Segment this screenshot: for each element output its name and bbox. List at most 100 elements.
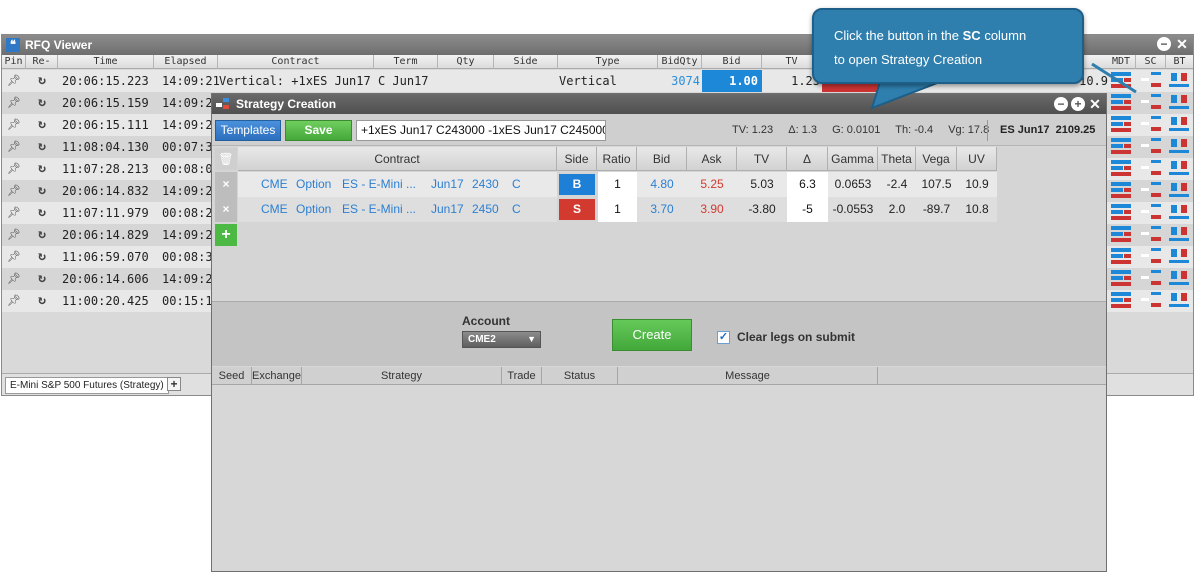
refresh-icon[interactable]: ↻ — [34, 224, 50, 246]
pin-icon[interactable]: 📌︎ — [6, 202, 22, 224]
refresh-icon[interactable]: ↻ — [34, 180, 50, 202]
results-col-message[interactable]: Message — [618, 367, 878, 385]
bt-row-button[interactable] — [1169, 269, 1191, 287]
leg-product[interactable]: ES - E-Mini ... — [342, 172, 416, 197]
leg-row[interactable]: × CME Option ES - E-Mini ... Jun17 2450 … — [212, 197, 997, 222]
mdt-row-button[interactable] — [1111, 71, 1133, 89]
delete-leg-icon[interactable]: × — [215, 197, 237, 222]
sc-row-button[interactable] — [1141, 137, 1163, 155]
sc-row-button[interactable] — [1141, 71, 1163, 89]
mdt-row-button[interactable] — [1111, 159, 1133, 177]
account-select[interactable]: CME2 ▼ — [462, 331, 541, 348]
templates-button[interactable]: Templates — [215, 120, 281, 141]
bt-row-button[interactable] — [1169, 225, 1191, 243]
sc-row-button[interactable] — [1141, 291, 1163, 309]
leg-row[interactable]: × CME Option ES - E-Mini ... Jun17 2430 … — [212, 172, 997, 197]
results-col-strategy[interactable]: Strategy — [302, 367, 502, 385]
trash-icon[interactable]: 🗑︎ — [215, 148, 237, 170]
leg-kind[interactable]: Option — [296, 197, 331, 222]
refresh-icon[interactable]: ↻ — [34, 136, 50, 158]
leg-ratio[interactable]: 1 — [598, 197, 637, 222]
refresh-icon[interactable]: ↻ — [34, 114, 50, 136]
strategy-input[interactable]: +1xES Jun17 C243000 -1xES Jun17 C245000 — [356, 120, 606, 141]
pin-icon[interactable]: 📌︎ — [6, 180, 22, 202]
bid-cell[interactable]: 1.00 — [702, 70, 762, 92]
col-bt[interactable]: BT — [1166, 55, 1193, 69]
bt-row-button[interactable] — [1169, 247, 1191, 265]
leg-exchange[interactable]: CME — [261, 172, 288, 197]
col-elapsed[interactable]: Elapsed — [154, 55, 218, 69]
leg-strike[interactable]: 2430 — [472, 172, 499, 197]
mdt-row-button[interactable] — [1111, 137, 1133, 155]
sc-row-button[interactable] — [1141, 93, 1163, 111]
sc-row-button[interactable] — [1141, 159, 1163, 177]
col-re-rfq[interactable]: Re-RFQ — [26, 55, 58, 69]
mdt-row-button[interactable] — [1111, 225, 1133, 243]
col-bid[interactable]: Bid — [702, 55, 762, 69]
buy-side-button[interactable]: B — [559, 174, 595, 195]
pin-icon[interactable]: 📌︎ — [6, 268, 22, 290]
maximize-icon[interactable]: + — [1071, 97, 1085, 111]
leg-expiry[interactable]: Jun17 — [431, 197, 464, 222]
mdt-row-button[interactable] — [1111, 291, 1133, 309]
col-term[interactable]: Term — [374, 55, 438, 69]
leg-kind[interactable]: Option — [296, 172, 331, 197]
leg-product[interactable]: ES - E-Mini ... — [342, 197, 416, 222]
col-sc[interactable]: SC — [1136, 55, 1166, 69]
col-contract[interactable]: Contract — [218, 55, 374, 69]
col-mdt[interactable]: MDT — [1107, 55, 1136, 69]
clear-legs-checkbox[interactable]: ✓ — [717, 331, 730, 344]
mdt-row-button[interactable] — [1111, 115, 1133, 133]
pin-icon[interactable]: 📌︎ — [6, 114, 22, 136]
pin-icon[interactable]: 📌︎ — [6, 224, 22, 246]
mdt-row-button[interactable] — [1111, 203, 1133, 221]
leg-callput[interactable]: C — [512, 172, 521, 197]
add-leg-button[interactable]: + — [215, 224, 237, 246]
mdt-row-button[interactable] — [1111, 247, 1133, 265]
delete-leg-icon[interactable]: × — [215, 172, 237, 197]
col-side[interactable]: Side — [494, 55, 558, 69]
refresh-icon[interactable]: ↻ — [34, 268, 50, 290]
close-icon[interactable]: ✕ — [1175, 37, 1189, 51]
bt-row-button[interactable] — [1169, 181, 1191, 199]
sc-row-button[interactable] — [1141, 115, 1163, 133]
bt-row-button[interactable] — [1169, 115, 1191, 133]
minimize-icon[interactable]: − — [1054, 97, 1068, 111]
mdt-row-button[interactable] — [1111, 269, 1133, 287]
mdt-row-button[interactable] — [1111, 181, 1133, 199]
close-icon[interactable]: ✕ — [1088, 97, 1102, 111]
save-button[interactable]: Save — [285, 120, 352, 141]
refresh-icon[interactable]: ↻ — [34, 202, 50, 224]
sc-row-button[interactable] — [1141, 269, 1163, 287]
results-col-seed[interactable]: Seed — [212, 367, 252, 385]
results-col-exchange[interactable]: Exchange — [252, 367, 302, 385]
bt-row-button[interactable] — [1169, 71, 1191, 89]
add-tab-button[interactable]: + — [167, 377, 181, 391]
leg-strike[interactable]: 2450 — [472, 197, 499, 222]
col-pin[interactable]: Pin — [2, 55, 26, 69]
leg-expiry[interactable]: Jun17 — [431, 172, 464, 197]
minimize-icon[interactable]: − — [1157, 37, 1171, 51]
results-col-status[interactable]: Status — [542, 367, 618, 385]
refresh-icon[interactable]: ↻ — [34, 290, 50, 312]
bt-row-button[interactable] — [1169, 93, 1191, 111]
col-qty[interactable]: Qty — [438, 55, 494, 69]
bt-row-button[interactable] — [1169, 203, 1191, 221]
refresh-icon[interactable]: ↻ — [34, 70, 50, 92]
col-time[interactable]: Time — [58, 55, 154, 69]
refresh-icon[interactable]: ↻ — [34, 246, 50, 268]
leg-delta[interactable]: 6.3 — [787, 172, 828, 197]
sc-row-button[interactable] — [1141, 247, 1163, 265]
bt-row-button[interactable] — [1169, 137, 1191, 155]
pin-icon[interactable]: 📌︎ — [6, 136, 22, 158]
refresh-icon[interactable]: ↻ — [34, 92, 50, 114]
pin-icon[interactable]: 📌︎ — [6, 70, 22, 92]
create-button[interactable]: Create — [612, 319, 692, 351]
refresh-icon[interactable]: ↻ — [34, 158, 50, 180]
tab-es-strategy[interactable]: E-Mini S&P 500 Futures (Strategy) — [5, 377, 169, 394]
sc-row-button[interactable] — [1141, 203, 1163, 221]
leg-exchange[interactable]: CME — [261, 197, 288, 222]
pin-icon[interactable]: 📌︎ — [6, 290, 22, 312]
pin-icon[interactable]: 📌︎ — [6, 246, 22, 268]
bt-row-button[interactable] — [1169, 291, 1191, 309]
